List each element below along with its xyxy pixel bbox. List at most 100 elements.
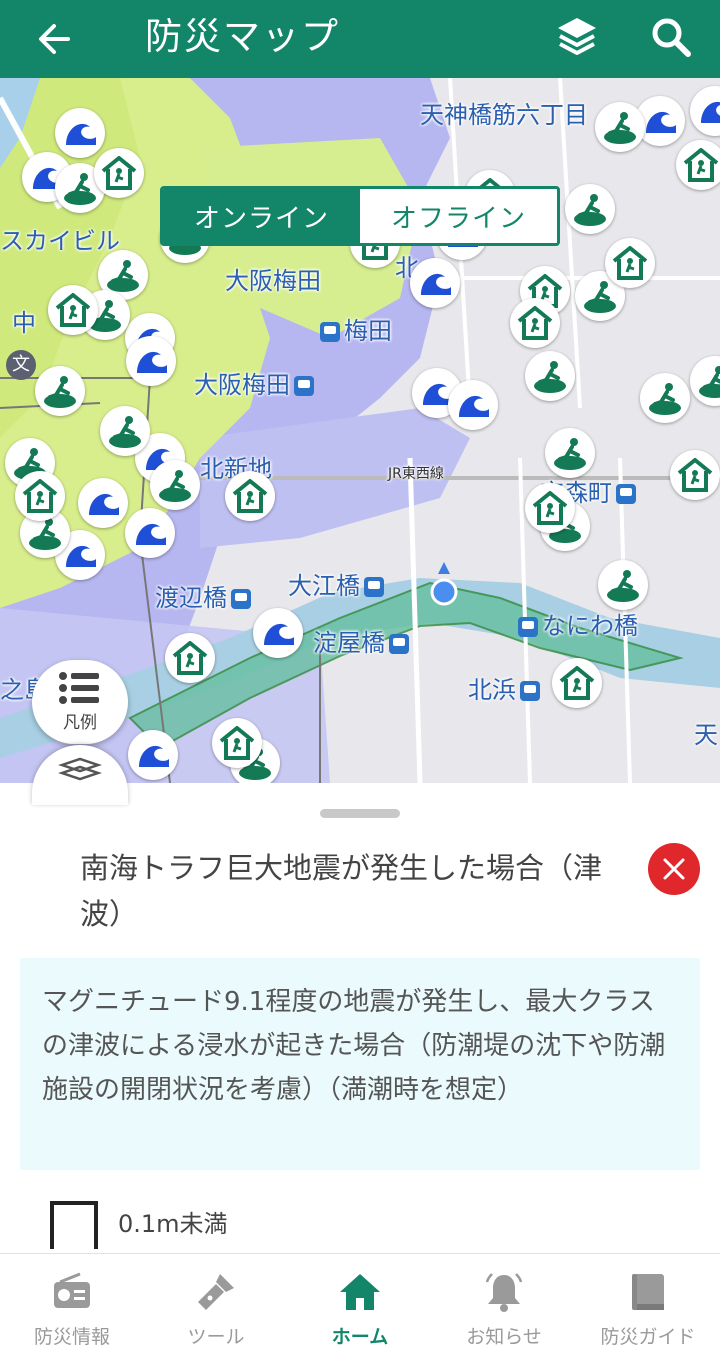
nav-item-guide[interactable]: 防災ガイド [576,1254,720,1358]
shelter-marker[interactable] [552,658,602,708]
shelter-marker[interactable] [605,238,655,288]
nav-label: 防災情報 [33,1326,110,1348]
shelter-house-icon [532,491,568,525]
tsunami-shelter-marker[interactable] [253,608,303,658]
nav-item-home[interactable]: ホーム [288,1254,432,1358]
wave-icon [137,351,167,373]
bell-icon [485,1273,523,1312]
evacuation-marker[interactable] [640,373,690,423]
shelter-marker[interactable] [212,718,262,768]
tsunami-shelter-marker[interactable] [78,478,128,528]
sheet-drag-handle[interactable] [320,809,400,818]
search-icon[interactable] [646,12,696,62]
wave-icon [136,523,166,545]
tsunami-shelter-marker[interactable] [690,86,720,136]
shelter-marker[interactable] [525,483,575,533]
map-label: 渡辺橋 [155,578,255,613]
evacuation-runner-icon [574,194,606,226]
tsunami-shelter-marker[interactable] [128,730,178,780]
evacuation-marker[interactable] [545,428,595,478]
station-icon [616,484,636,504]
book-icon [632,1274,664,1310]
evacuation-marker[interactable] [598,560,648,610]
station-icon [518,617,538,637]
wave-icon [421,273,451,295]
map-label: JR東西線 [388,466,444,482]
shelter-marker[interactable] [670,450,720,500]
wave-icon [701,101,720,123]
station-icon [389,634,409,654]
map-label: 淀屋橋 [313,623,413,658]
online-option[interactable]: オンライン [163,189,360,243]
nav-item-tools[interactable]: ツール [144,1254,288,1358]
station-icon [231,589,251,609]
shelter-marker[interactable] [15,471,65,521]
shelter-marker[interactable] [165,633,215,683]
evacuation-marker[interactable] [690,356,720,406]
evacuation-runner-icon [699,366,720,398]
shelter-marker[interactable] [676,140,720,190]
evacuation-runner-icon [554,438,586,470]
shelter-house-icon [55,293,91,327]
online-offline-toggle[interactable]: オンライン オフライン [160,186,560,246]
tsunami-shelter-marker[interactable] [410,258,460,308]
shelter-marker[interactable] [48,285,98,335]
map-label: 天 [694,721,718,749]
map-label: 梅田 [316,311,392,346]
tsunami-shelter-marker[interactable] [448,380,498,430]
shelter-house-icon [219,726,255,760]
evacuation-marker[interactable] [595,102,645,152]
shelter-house-icon [683,148,719,182]
evacuation-marker[interactable] [565,184,615,234]
shelter-house-icon [517,306,553,340]
evacuation-runner-icon [44,376,76,408]
sheet-title: 南海トラフ巨大地震が発生した場合（津波） [80,851,603,931]
map-view[interactable]: オンライン オフライン 天神橋筋六丁目 スカイビル 大阪梅田 梅田 大阪梅田 北… [0,78,720,783]
info-bottom-sheet: 南海トラフ巨大地震が発生した場合（津波） マグニチュード9.1程度の地震が発生し… [0,783,720,1253]
home-icon [340,1274,380,1310]
shelter-house-icon [677,458,713,492]
close-button[interactable] [648,843,700,895]
evacuation-marker[interactable] [35,366,85,416]
wave-icon [459,395,489,417]
layers-icon[interactable] [552,12,602,62]
shelter-marker[interactable] [94,148,144,198]
station-icon [320,322,340,342]
evacuation-marker[interactable] [100,406,150,456]
nav-item-disaster-info[interactable]: 防災情報 [0,1254,144,1358]
wave-icon [89,493,119,515]
map-label: スカイビル [0,227,120,255]
nav-label: ツール [187,1326,245,1348]
evacuation-marker[interactable] [525,351,575,401]
wave-icon [646,111,676,133]
shelter-house-icon [101,156,137,190]
bottom-navigation: 防災情報 ツール ホーム お知らせ 防災ガイド [0,1253,720,1358]
tsunami-shelter-marker[interactable] [126,336,176,386]
offline-option[interactable]: オフライン [360,189,557,243]
app-header: 防災マップ [0,0,720,78]
legend-button-label: 凡例 [63,713,97,733]
shelter-marker[interactable] [510,298,560,348]
evacuation-marker[interactable] [150,460,200,510]
map-label: 文 [6,350,36,380]
tsunami-shelter-marker[interactable] [55,108,105,158]
tsunami-shelter-marker[interactable] [125,508,175,558]
map-label: 北浜 [468,670,544,705]
nav-item-notifications[interactable]: お知らせ [432,1254,576,1358]
arrow-left-icon[interactable] [30,14,80,64]
evacuation-runner-icon [649,383,681,415]
map-label: 天神橋筋六丁目 [420,101,588,129]
wave-icon [139,745,169,767]
evacuation-runner-icon [159,470,191,502]
depth-legend-item: 0.1m未満 [50,1193,228,1249]
close-icon [663,858,685,880]
map-label: 中 [12,309,36,337]
legend-button[interactable]: 凡例 [32,660,128,744]
radio-icon [54,1272,90,1308]
station-icon [294,376,314,396]
nav-label: お知らせ [466,1326,542,1348]
station-icon [364,577,384,597]
evacuation-runner-icon [109,416,141,448]
shelter-marker[interactable] [225,471,275,521]
shelter-house-icon [22,479,58,513]
